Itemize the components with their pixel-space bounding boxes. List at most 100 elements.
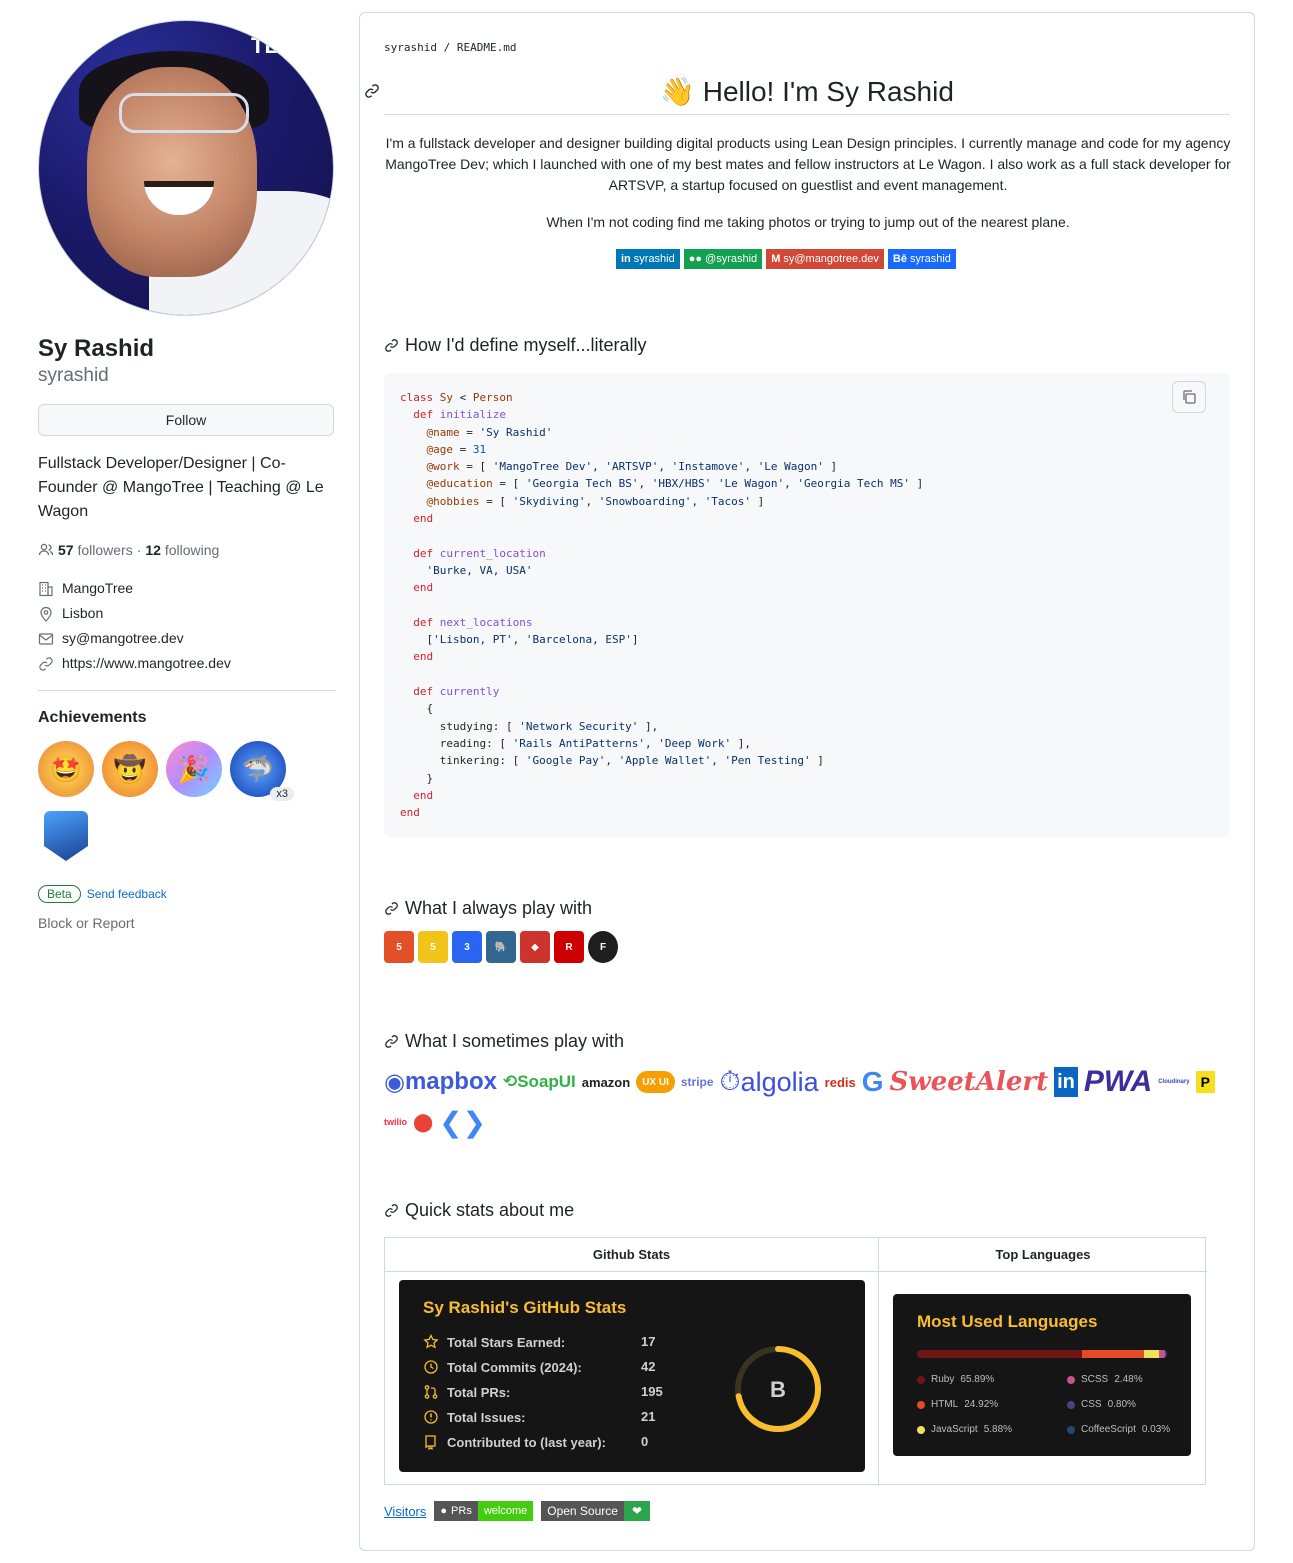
stat-row: Total Issues: [423, 1409, 526, 1425]
location-icon [40, 606, 52, 622]
send-feedback-link[interactable]: Send feedback [87, 887, 167, 901]
starstruck-badge-icon[interactable]: 🤩 [38, 741, 94, 797]
repo-icon [425, 1435, 436, 1450]
google-logo: G [861, 1066, 884, 1097]
github-stats-header: Github Stats [385, 1238, 878, 1272]
ruby-code: class Sy < Person def initialize @name =… [400, 391, 924, 820]
html5-icon: 5 [384, 931, 414, 963]
languages-bar [917, 1350, 1167, 1358]
mail-icon [38, 632, 54, 645]
medium-icon: ●● [688, 253, 703, 265]
behance-shield[interactable]: Bē syrashid [887, 249, 956, 269]
profile-name: Sy Rashid [38, 335, 155, 362]
anchor-link-icon[interactable] [384, 1203, 399, 1218]
heading-stats: Quick stats about me [384, 1200, 574, 1221]
redis-logo: redis [824, 1074, 856, 1090]
people-icon [38, 543, 54, 556]
stats-table: Github Stats Top Languages Sy Rashid's G… [384, 1237, 1207, 1486]
js-icon: 5 [418, 931, 448, 963]
stat-value: 42 [641, 1359, 656, 1374]
algolia-logo: ⏱ algolia [719, 1066, 819, 1097]
medium-shield[interactable]: ●● @syrashid [683, 249, 763, 269]
email-item[interactable]: sy@mangotree.dev [38, 626, 336, 651]
stat-value: 17 [641, 1334, 656, 1349]
breadcrumb-user[interactable]: syrashid [384, 41, 437, 54]
social-shields: in syrashid ●● @syrashid Msy@mangotree.dev… [616, 249, 956, 269]
stripe-logo: stripe [680, 1075, 714, 1089]
language-item: SCSS 2.48% [1067, 1374, 1143, 1385]
mapbox-logo: ◉ mapbox [384, 1068, 497, 1096]
achievements-title: Achievements [38, 709, 147, 726]
linkedin-logo: in [1054, 1067, 1078, 1097]
beta-label: Beta [38, 885, 81, 903]
anchor-link-icon[interactable] [364, 83, 380, 99]
achievement-badges: 🤩 🤠 🎉 🦈 x3 [38, 741, 298, 867]
avatar[interactable]: TE [38, 20, 334, 316]
footer-badges: Visitors ● PRs welcome Open Source ❤ [384, 1501, 651, 1521]
profile-bio: Fullstack Developer/Designer | Co-Founde… [38, 455, 324, 520]
figma-icon: F [588, 931, 618, 963]
heading-define: How I'd define myself...literally [384, 335, 647, 356]
wave-icon: 👋 [660, 76, 695, 107]
language-item: Ruby 65.89% [917, 1374, 994, 1385]
language-item: JavaScript 5.88% [917, 1424, 1012, 1435]
twilio-logo: twilio [384, 1117, 407, 1127]
follow-button[interactable]: Follow [38, 404, 334, 436]
ruby-icon: ◆ [520, 931, 550, 963]
stat-value: 0 [641, 1434, 649, 1449]
always-tools: 5 5 3 🐘 ◆ R F [384, 931, 618, 963]
anchor-link-icon[interactable] [384, 338, 399, 353]
star-icon [423, 1334, 439, 1349]
followers-link[interactable]: 57 followers [58, 542, 133, 558]
sweetalert-logo: SweetAlert [889, 1067, 1049, 1097]
stat-row: Total Stars Earned: [423, 1334, 565, 1350]
block-report-link[interactable]: Block or Report [38, 915, 336, 931]
beta-row: Beta Send feedback [38, 885, 336, 903]
pull-shark-cowboy-badge-icon[interactable]: 🤠 [102, 741, 158, 797]
language-bar-segment [1081, 1350, 1145, 1358]
arctic-vault-badge-icon[interactable] [44, 811, 88, 861]
rank-letter: B [770, 1377, 786, 1402]
github-icon: ● [440, 1505, 448, 1517]
p-logo: P [1195, 1071, 1215, 1093]
open-source-badge[interactable]: Open Source ❤ [541, 1501, 651, 1521]
top-languages-header: Top Languages [879, 1238, 1207, 1272]
linkedin-shield[interactable]: in syrashid [616, 249, 680, 269]
soapui-logo: ⟲ SoapUI [502, 1072, 576, 1091]
badge-count: x3 [270, 787, 294, 801]
copy-button[interactable] [1172, 381, 1206, 413]
profile-details: MangoTree Lisbon sy@mangotree.dev https:… [38, 576, 336, 676]
visitors-badge[interactable]: Visitors [384, 1504, 426, 1519]
google-maps-logo: ⬤ [413, 1111, 434, 1132]
history-icon [424, 1360, 438, 1374]
language-bar-segment [1144, 1350, 1159, 1358]
css3-icon: 3 [452, 931, 482, 963]
shark-badge-icon[interactable]: 🦈 x3 [230, 741, 294, 801]
aws-logo: amazon [581, 1074, 631, 1090]
divider [38, 690, 336, 691]
pwa-logo: PWA [1083, 1065, 1153, 1098]
cloudinary-logo: Cloudinary [1158, 1079, 1190, 1085]
profile-sidebar: TE Sy Rashid syrashid Follow Fullstack D… [38, 20, 336, 931]
anchor-link-icon[interactable] [384, 901, 399, 916]
rails-icon: R [554, 931, 584, 963]
pull-request-icon [424, 1385, 438, 1399]
breadcrumb-file[interactable]: README.md [457, 41, 517, 54]
heart-icon: ❤ [623, 1501, 651, 1521]
stat-row: Contributed to (last year): [423, 1434, 606, 1450]
readme-title: 👋 Hello! I'm Sy Rashid [660, 76, 954, 107]
language-bar-segment [917, 1350, 1082, 1358]
gmail-shield[interactable]: Msy@mangotree.dev [766, 249, 884, 269]
yolo-badge-icon[interactable]: 🎉 [166, 741, 222, 797]
issue-icon [424, 1410, 438, 1424]
company-item: MangoTree [38, 576, 336, 601]
heading-sometimes: What I sometimes play with [384, 1031, 624, 1052]
language-item: CSS 0.80% [1067, 1399, 1136, 1410]
follow-stats: 57 followers · 12 following [38, 542, 336, 558]
anchor-link-icon[interactable] [384, 1034, 399, 1049]
following-link[interactable]: 12 following [145, 542, 219, 558]
website-item[interactable]: https://www.mangotree.dev [38, 651, 336, 676]
prs-welcome-badge[interactable]: ● PRs welcome [434, 1501, 534, 1521]
uxui-logo: UX UI [636, 1071, 675, 1093]
sometimes-tools: ◉ mapbox ⟲ SoapUI amazon UX UI stripe ⏱ … [384, 1065, 1224, 1139]
